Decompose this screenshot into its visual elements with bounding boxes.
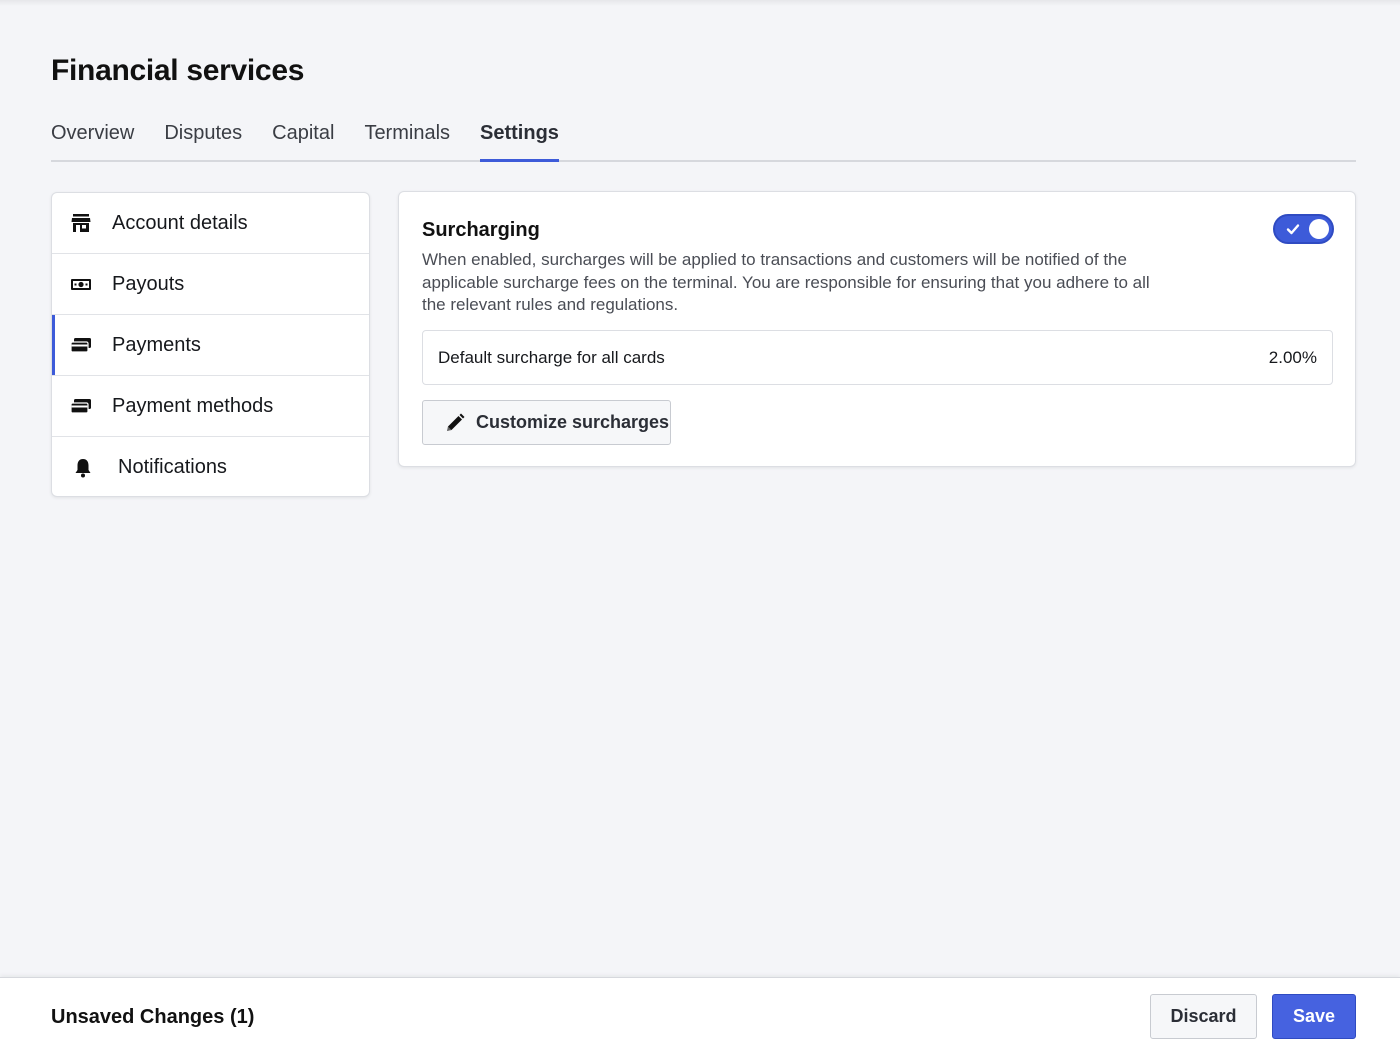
unsaved-changes-bar: Unsaved Changes (1) Discard Save bbox=[0, 977, 1400, 1050]
default-surcharge-row: Default surcharge for all cards 2.00% bbox=[422, 330, 1333, 385]
cards-icon bbox=[70, 395, 92, 417]
sidebar-item-payouts[interactable]: Payouts bbox=[52, 254, 369, 315]
bell-icon bbox=[72, 457, 94, 479]
default-surcharge-value: 2.00% bbox=[1268, 347, 1317, 367]
sidebar-item-account-details[interactable]: Account details bbox=[52, 193, 369, 254]
default-surcharge-label: Default surcharge for all cards bbox=[438, 347, 665, 367]
check-icon bbox=[1286, 224, 1300, 235]
surcharging-title: Surcharging bbox=[422, 219, 540, 241]
sidebar-item-label: Notifications bbox=[118, 456, 227, 478]
cash-icon bbox=[70, 273, 92, 295]
top-shadow bbox=[0, 0, 1400, 6]
tab-capital[interactable]: Capital bbox=[272, 116, 334, 162]
sidebar-item-payment-methods[interactable]: Payment methods bbox=[52, 376, 369, 437]
store-icon bbox=[70, 212, 92, 234]
tab-disputes[interactable]: Disputes bbox=[164, 116, 242, 162]
tab-bar: Overview Disputes Capital Terminals Sett… bbox=[51, 116, 1356, 162]
page-title: Financial services bbox=[51, 54, 305, 87]
toggle-knob bbox=[1309, 219, 1329, 239]
discard-button[interactable]: Discard bbox=[1150, 994, 1257, 1039]
save-button[interactable]: Save bbox=[1272, 994, 1356, 1039]
sidebar-item-label: Payouts bbox=[112, 272, 185, 295]
tab-overview[interactable]: Overview bbox=[51, 116, 134, 162]
pencil-icon bbox=[447, 413, 465, 431]
surcharging-toggle[interactable] bbox=[1273, 214, 1334, 244]
tab-terminals[interactable]: Terminals bbox=[364, 116, 450, 162]
unsaved-changes-label: Unsaved Changes (1) bbox=[51, 1006, 255, 1028]
sidebar-item-label: Account details bbox=[112, 211, 248, 234]
surcharging-description: When enabled, surcharges will be applied… bbox=[422, 250, 1150, 314]
surcharging-card: Surcharging When enabled, surcharges wil… bbox=[398, 191, 1356, 467]
sidebar-item-label: Payment methods bbox=[112, 394, 274, 417]
cards-icon bbox=[70, 334, 92, 356]
sidebar-item-notifications[interactable]: Notifications bbox=[52, 437, 369, 496]
sidebar-item-label: Payments bbox=[112, 333, 201, 356]
customize-surcharges-button[interactable]: Customize surcharges bbox=[422, 400, 671, 445]
settings-sidebar: Account details Payouts Payments Payment… bbox=[51, 192, 370, 497]
customize-surcharges-label: Customize surcharges bbox=[476, 412, 670, 432]
tab-settings[interactable]: Settings bbox=[480, 116, 559, 162]
sidebar-item-payments[interactable]: Payments bbox=[52, 315, 369, 376]
